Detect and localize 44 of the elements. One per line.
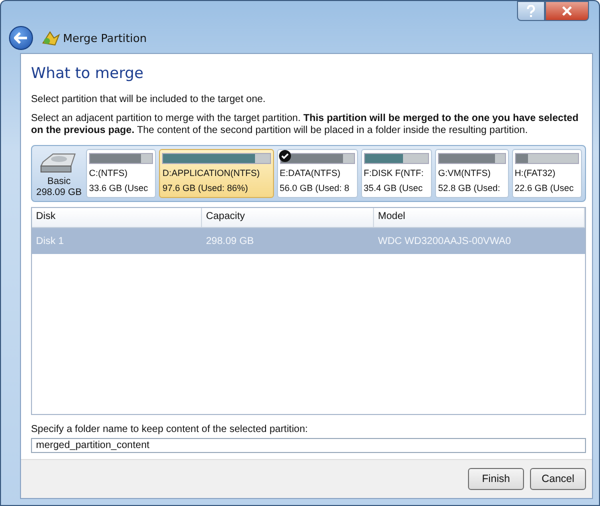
partition-size: 56.0 GB (Used: 8 (280, 183, 350, 194)
folder-name-field[interactable]: merged_partition_content (31, 438, 586, 453)
partition-name: E:DATA(NTFS) (280, 168, 342, 179)
partition-size: 97.6 GB (Used: 86%) (162, 183, 250, 194)
table-cell-text: Disk 1 (35, 236, 65, 246)
partition-name: H:(FAT32) (514, 168, 556, 179)
close-icon (562, 6, 572, 16)
partition-tile[interactable]: F:DISK F(NTF: 35.4 GB (Usec (360, 149, 432, 198)
column-header[interactable]: Capacity (202, 208, 374, 227)
merge-icon (41, 29, 61, 47)
partition-size: 33.6 GB (Usec (89, 183, 150, 194)
partition-tile[interactable]: E:DATA(NTFS) 56.0 GB (Used: 8 (276, 149, 358, 198)
back-button[interactable] (9, 26, 33, 50)
help-icon (526, 5, 536, 17)
partition-name: G:VM(NTFS) (438, 168, 492, 179)
table-cell-text: WDC WD3200AAJS-00VWA0 (377, 236, 512, 246)
partition-name: F:DISK F(NTF: (364, 168, 425, 179)
partition-size: 22.6 GB (Usec (514, 183, 575, 194)
description-text: Select an adjacent partition to merge with the target partition. This partition will be merged to the one you have selected on the previous page. The content of the second partition will be placed in a folder inside the resulting partition. (31, 113, 580, 137)
dialog-button[interactable]: Finish (468, 468, 524, 490)
close-button[interactable] (545, 1, 589, 21)
folder-label: Specify a folder name to keep content of the selected partition: (31, 424, 309, 435)
usage-bar (364, 153, 430, 164)
usage-bar (438, 153, 506, 164)
back-arrow-icon (14, 32, 28, 44)
column-header[interactable]: Model (374, 208, 585, 227)
usage-bar (514, 153, 580, 164)
page-heading: What to merge (31, 64, 144, 82)
partition-size: 52.8 GB (Used: (438, 183, 502, 194)
partition-tile[interactable]: G:VM(NTFS) 52.8 GB (Used: (435, 149, 509, 198)
intro-text: Select partition that will be included to the target one. (31, 94, 267, 106)
dialog-button[interactable]: Cancel (530, 468, 586, 490)
column-header[interactable]: Disk (32, 208, 202, 227)
help-button[interactable] (517, 1, 545, 21)
disk-label: Basic 298.09 GB (36, 176, 82, 198)
usage-bar (89, 153, 154, 164)
partition-tile[interactable]: H:(FAT32) 22.6 GB (Usec (512, 149, 582, 198)
partition-name: C:(NTFS) (89, 168, 128, 179)
table-cell-text: 298.09 GB (205, 236, 255, 246)
partition-tile[interactable]: D:APPLICATION(NTFS) 97.6 GB (Used: 86%) (159, 149, 274, 198)
window-title: Merge Partition (63, 32, 147, 44)
partition-size: 35.4 GB (Usec (364, 183, 424, 194)
partition-tile[interactable]: C:(NTFS) 33.6 GB (Usec (86, 149, 156, 198)
partition-name: D:APPLICATION(NTFS) (162, 168, 261, 179)
